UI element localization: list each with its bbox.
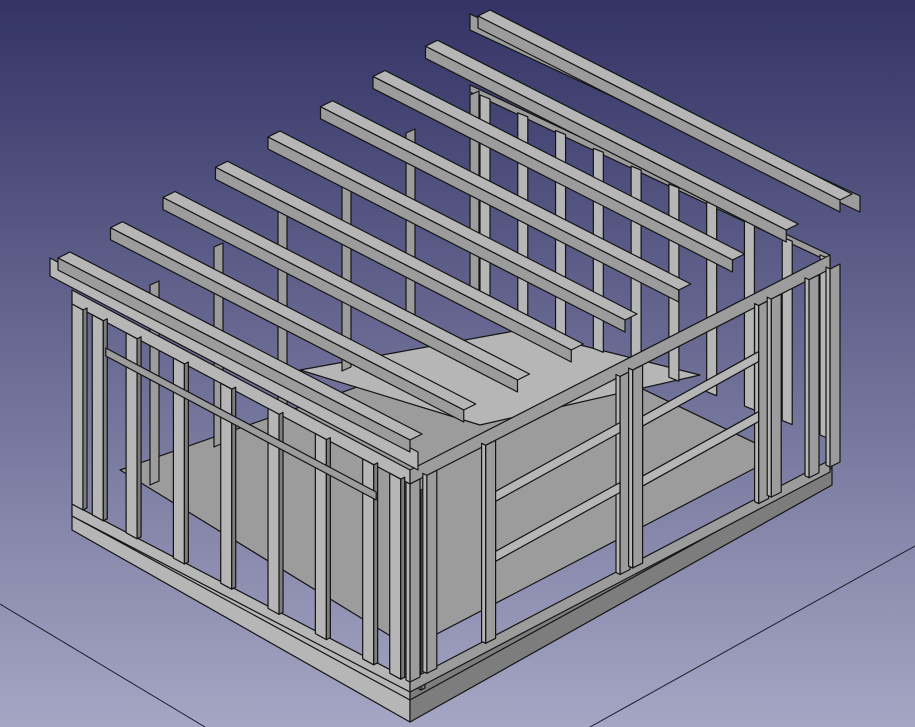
left-wall-stud (71, 303, 84, 511)
right-wall-stud-side (766, 296, 772, 498)
right-wall-stud-side (615, 373, 621, 576)
right-wall-stud-side (405, 481, 411, 683)
right-wall-stud (770, 293, 782, 498)
right-wall-stud (485, 439, 497, 644)
right-wall-stud (808, 274, 820, 479)
back-stud (781, 236, 793, 426)
right-wall-stud (426, 469, 438, 675)
left-wall-stud (91, 314, 104, 522)
left-wall-stud-side (400, 476, 406, 680)
right-wall-stud (409, 478, 421, 683)
right-wall-stud-side (481, 442, 487, 644)
right-wall-stud-side (804, 277, 810, 479)
3d-viewport[interactable] (0, 0, 915, 727)
scene-canvas[interactable] (0, 0, 915, 727)
back-stud (706, 201, 718, 397)
left-wall-stud (389, 472, 402, 680)
right-wall-stud (829, 263, 841, 468)
back-stud (743, 218, 756, 411)
right-wall-stud-side (627, 367, 634, 569)
right-wall-stud-side (825, 266, 831, 468)
right-wall-stud-side (422, 472, 428, 675)
right-wall-stud (631, 364, 644, 569)
left-wall-stud-side (82, 307, 88, 511)
right-wall-stud-side (753, 302, 760, 505)
